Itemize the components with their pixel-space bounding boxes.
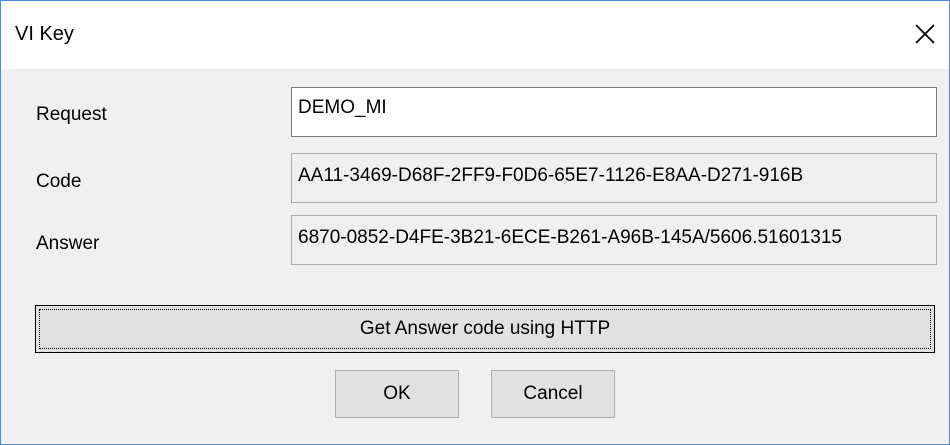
request-input[interactable]: [291, 87, 937, 137]
answer-label: Answer: [36, 233, 100, 254]
title-bar: VI Key: [1, 1, 949, 69]
close-button[interactable]: [907, 16, 943, 52]
ok-button[interactable]: OK: [335, 370, 459, 418]
request-label: Request: [36, 104, 107, 125]
get-answer-http-button[interactable]: Get Answer code using HTTP: [35, 305, 935, 353]
code-label: Code: [36, 171, 82, 192]
focus-rectangle: [39, 309, 931, 349]
window-title: VI Key: [15, 23, 74, 45]
answer-field[interactable]: 6870-0852-D4FE-3B21-6ECE-B261-A96B-145A/…: [291, 215, 937, 265]
vi-key-dialog: VI Key Request Code AA11-3469-D68F-2FF9-…: [0, 0, 950, 445]
cancel-button[interactable]: Cancel: [491, 370, 615, 418]
code-field[interactable]: AA11-3469-D68F-2FF9-F0D6-65E7-1126-E8AA-…: [291, 153, 937, 203]
close-icon: [915, 24, 935, 44]
